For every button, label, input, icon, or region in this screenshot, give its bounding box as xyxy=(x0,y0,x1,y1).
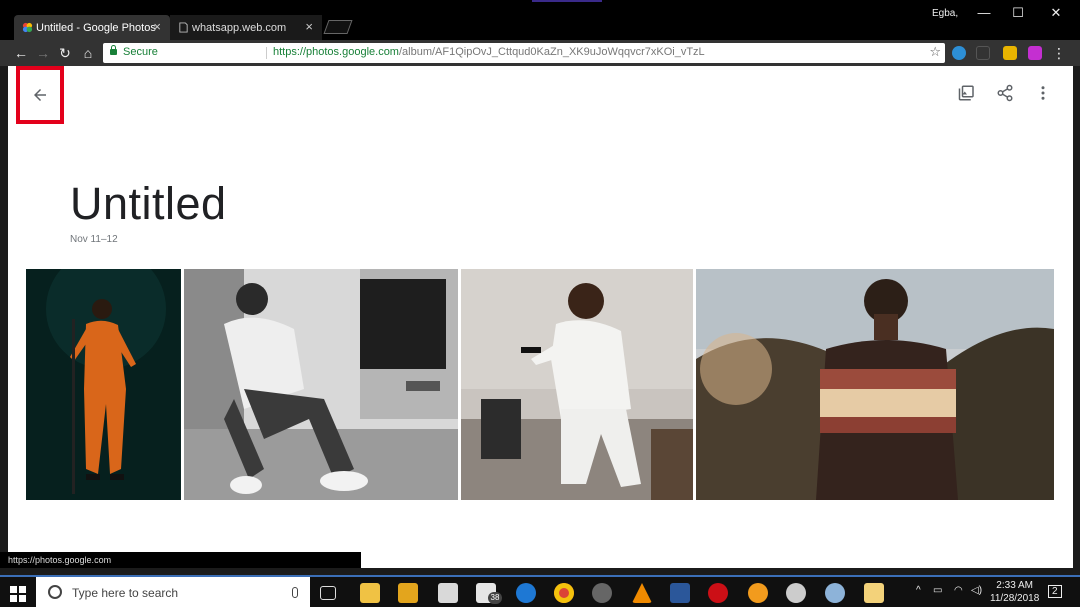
extension-icon[interactable] xyxy=(952,46,966,60)
home-button[interactable]: ⌂ xyxy=(79,44,97,62)
lock-icon xyxy=(110,45,117,55)
paint-icon[interactable] xyxy=(825,583,845,603)
search-placeholder: Type here to search xyxy=(72,586,179,600)
tab-close-icon[interactable]: × xyxy=(153,19,161,34)
back-button[interactable] xyxy=(16,66,64,124)
clock-time: 2:33 AM xyxy=(996,580,1033,591)
url-text[interactable]: https://photos.google.com/album/AF1QipOv… xyxy=(273,46,705,58)
microphone-icon[interactable] xyxy=(292,587,298,598)
vlc-icon[interactable] xyxy=(632,583,652,603)
tab-title: whatsapp.web.com xyxy=(192,21,287,34)
media-player-icon[interactable] xyxy=(398,583,418,603)
photo-image xyxy=(461,269,693,500)
minimize-button[interactable]: — xyxy=(966,2,1002,24)
photo-image xyxy=(184,269,458,500)
google-photos-page: Untitled Nov 11–12 https://photos.google… xyxy=(0,66,1073,568)
battery-icon[interactable]: ▭ xyxy=(933,585,942,596)
divider xyxy=(266,47,267,59)
add-photos-button[interactable] xyxy=(956,82,978,104)
google-photos-favicon-icon xyxy=(22,22,33,33)
tab-google-photos[interactable]: Untitled - Google Photos × xyxy=(14,15,170,40)
page-favicon-icon xyxy=(179,22,188,33)
file-icon[interactable] xyxy=(864,583,884,603)
file-explorer-icon[interactable] xyxy=(360,583,380,603)
tab-title: Untitled - Google Photos xyxy=(36,21,156,34)
share-icon xyxy=(997,84,1013,102)
tab-close-icon[interactable]: × xyxy=(305,19,313,34)
address-bar[interactable]: Secure https://photos.google.com/album/A… xyxy=(103,43,945,63)
tab-whatsapp[interactable]: whatsapp.web.com × xyxy=(170,15,322,40)
title-bar-accent xyxy=(532,0,602,2)
taskbar-search-input[interactable]: Type here to search xyxy=(36,577,310,607)
status-bubble-url: https://photos.google.com xyxy=(0,552,361,568)
arrow-back-icon xyxy=(34,89,46,101)
reload-button[interactable]: ↻ xyxy=(56,44,74,62)
clock-date: 11/28/2018 xyxy=(990,593,1040,604)
back-nav-button[interactable]: ← xyxy=(12,44,30,62)
volume-icon[interactable]: ◁) xyxy=(971,585,982,596)
show-hidden-icons-chevron-icon[interactable]: ^ xyxy=(916,585,921,596)
more-vert-icon xyxy=(1041,86,1045,100)
windows-start-icon[interactable] xyxy=(10,586,26,602)
new-tab-button[interactable] xyxy=(323,20,353,34)
notification-count: 2 xyxy=(1052,586,1058,597)
photo-image xyxy=(696,269,1054,500)
app-icon[interactable] xyxy=(748,583,768,603)
add-photo-icon xyxy=(958,85,974,101)
chrome-menu-icon[interactable]: ⋮ xyxy=(1050,44,1068,62)
chrome-browser-icon[interactable] xyxy=(554,583,574,603)
bookmark-star-icon[interactable]: ☆ xyxy=(929,44,941,60)
wifi-icon[interactable]: ◠ xyxy=(954,585,963,596)
browser-toolbar: ← → ↻ ⌂ Secure https://photos.google.com… xyxy=(0,40,1080,66)
photo-bw-man-sitting-floor[interactable] xyxy=(184,269,458,500)
share-button[interactable] xyxy=(994,82,1016,104)
opera-icon[interactable] xyxy=(708,583,728,603)
extension-icon[interactable] xyxy=(1028,46,1042,60)
windows-taskbar: Type here to search 38 ^ ▭ ◠ ◁) 2:33 AM … xyxy=(0,575,1080,607)
store-icon[interactable] xyxy=(438,583,458,603)
extension-icon[interactable] xyxy=(1003,46,1017,60)
album-date-range: Nov 11–12 xyxy=(70,234,118,245)
task-view-icon[interactable] xyxy=(320,586,336,600)
url-path: /album/AF1QipOvJ_Cttqud0KaZn_XK9uJoWqqvc… xyxy=(398,46,705,58)
album-title[interactable]: Untitled xyxy=(70,178,227,230)
browser-title-bar: Untitled - Google Photos × whatsapp.web.… xyxy=(0,0,1080,40)
settings-gear-icon[interactable] xyxy=(786,583,806,603)
extension-icon[interactable] xyxy=(976,46,990,60)
photo-striped-sweater-outdoors[interactable] xyxy=(696,269,1054,500)
maximize-button[interactable]: ☐ xyxy=(1000,2,1036,24)
system-clock[interactable]: 2:33 AM 11/28/2018 xyxy=(990,579,1039,605)
action-center-icon[interactable]: 2 xyxy=(1048,585,1062,598)
url-host: https://photos.google.com xyxy=(273,46,399,58)
close-window-button[interactable]: ✕ xyxy=(1038,2,1074,24)
photo-orange-jumpsuit-singer[interactable] xyxy=(26,269,181,500)
forward-nav-button[interactable]: → xyxy=(34,44,52,62)
photo-image xyxy=(26,269,181,500)
app-icon[interactable] xyxy=(592,583,612,603)
secure-label: Secure xyxy=(123,46,158,58)
word-icon[interactable] xyxy=(670,583,690,603)
edge-browser-icon[interactable] xyxy=(516,583,536,603)
cortana-circle-icon xyxy=(48,585,62,599)
mail-badge: 38 xyxy=(488,592,502,604)
profile-name[interactable]: Egba, xyxy=(932,8,958,19)
more-options-button[interactable] xyxy=(1032,82,1054,104)
photo-white-outfit-sunglasses[interactable] xyxy=(461,269,693,500)
